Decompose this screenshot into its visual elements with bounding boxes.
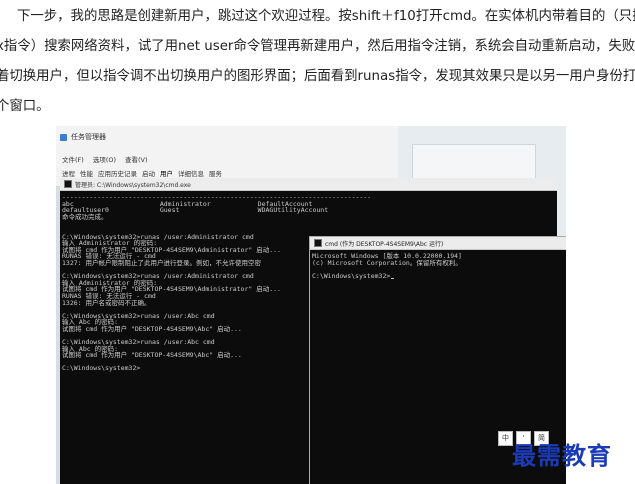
- article-line-2: x指令）搜索网络资料，试了用net user命令管理再新建用户，然后用指令注销，…: [0, 39, 635, 54]
- article-line-1: 下一步，我的思路是创建新用户，跳过这个欢迎过程。按shift＋f10打开cmd。…: [17, 9, 635, 24]
- embedded-screenshot: 任务管理器 文件(F) 选项(O) 查看(V) 进程 性能 应用历史记录 启动 …: [56, 126, 566, 484]
- task-manager-icon: [60, 133, 67, 141]
- cmd-abc-title: cmd (作为 DESKTOP-4S4SEM9\Abc 运行): [325, 240, 444, 248]
- console-line: defaultuser0 Guest WDAGUtilityAccount: [62, 206, 329, 215]
- task-manager-menu: 文件(F) 选项(O) 查看(V): [62, 154, 148, 164]
- cmd-icon: [314, 239, 322, 247]
- task-manager-title: 任务管理器: [71, 133, 106, 141]
- console-line: (c) Microsoft Corporation。保留所有权利。: [312, 258, 462, 267]
- cmd-admin-titlebar[interactable]: 管理员: C:\Windows\system32\cmd.exe: [60, 178, 557, 191]
- article-line-4: 个窗口。: [0, 99, 50, 114]
- console-line: 命令成功完成。: [62, 212, 108, 221]
- cmd-abc-titlebar[interactable]: cmd (作为 DESKTOP-4S4SEM9\Abc 运行): [310, 237, 566, 250]
- menu-view[interactable]: 查看(V): [125, 154, 148, 164]
- cmd-abc-console[interactable]: Microsoft Windows [版本 10.0.22000.194] (c)…: [310, 250, 566, 280]
- watermark-logo: 最需教育: [512, 441, 612, 470]
- text-cursor: [391, 278, 395, 280]
- article-line-3: 着切换用户，但以指令调不出切换用户的图形界面；后面看到runas指令，发现其效果…: [0, 69, 635, 84]
- ime-chinese-button[interactable]: 中: [498, 431, 513, 446]
- console-line: C:\Windows\system32>: [312, 273, 565, 280]
- menu-options[interactable]: 选项(O): [93, 154, 116, 164]
- task-manager-titlebar: 任务管理器: [60, 132, 106, 142]
- menu-file[interactable]: 文件(F): [62, 154, 84, 164]
- cmd-icon: [64, 180, 72, 188]
- cmd-admin-title: 管理员: C:\Windows\system32\cmd.exe: [75, 181, 191, 189]
